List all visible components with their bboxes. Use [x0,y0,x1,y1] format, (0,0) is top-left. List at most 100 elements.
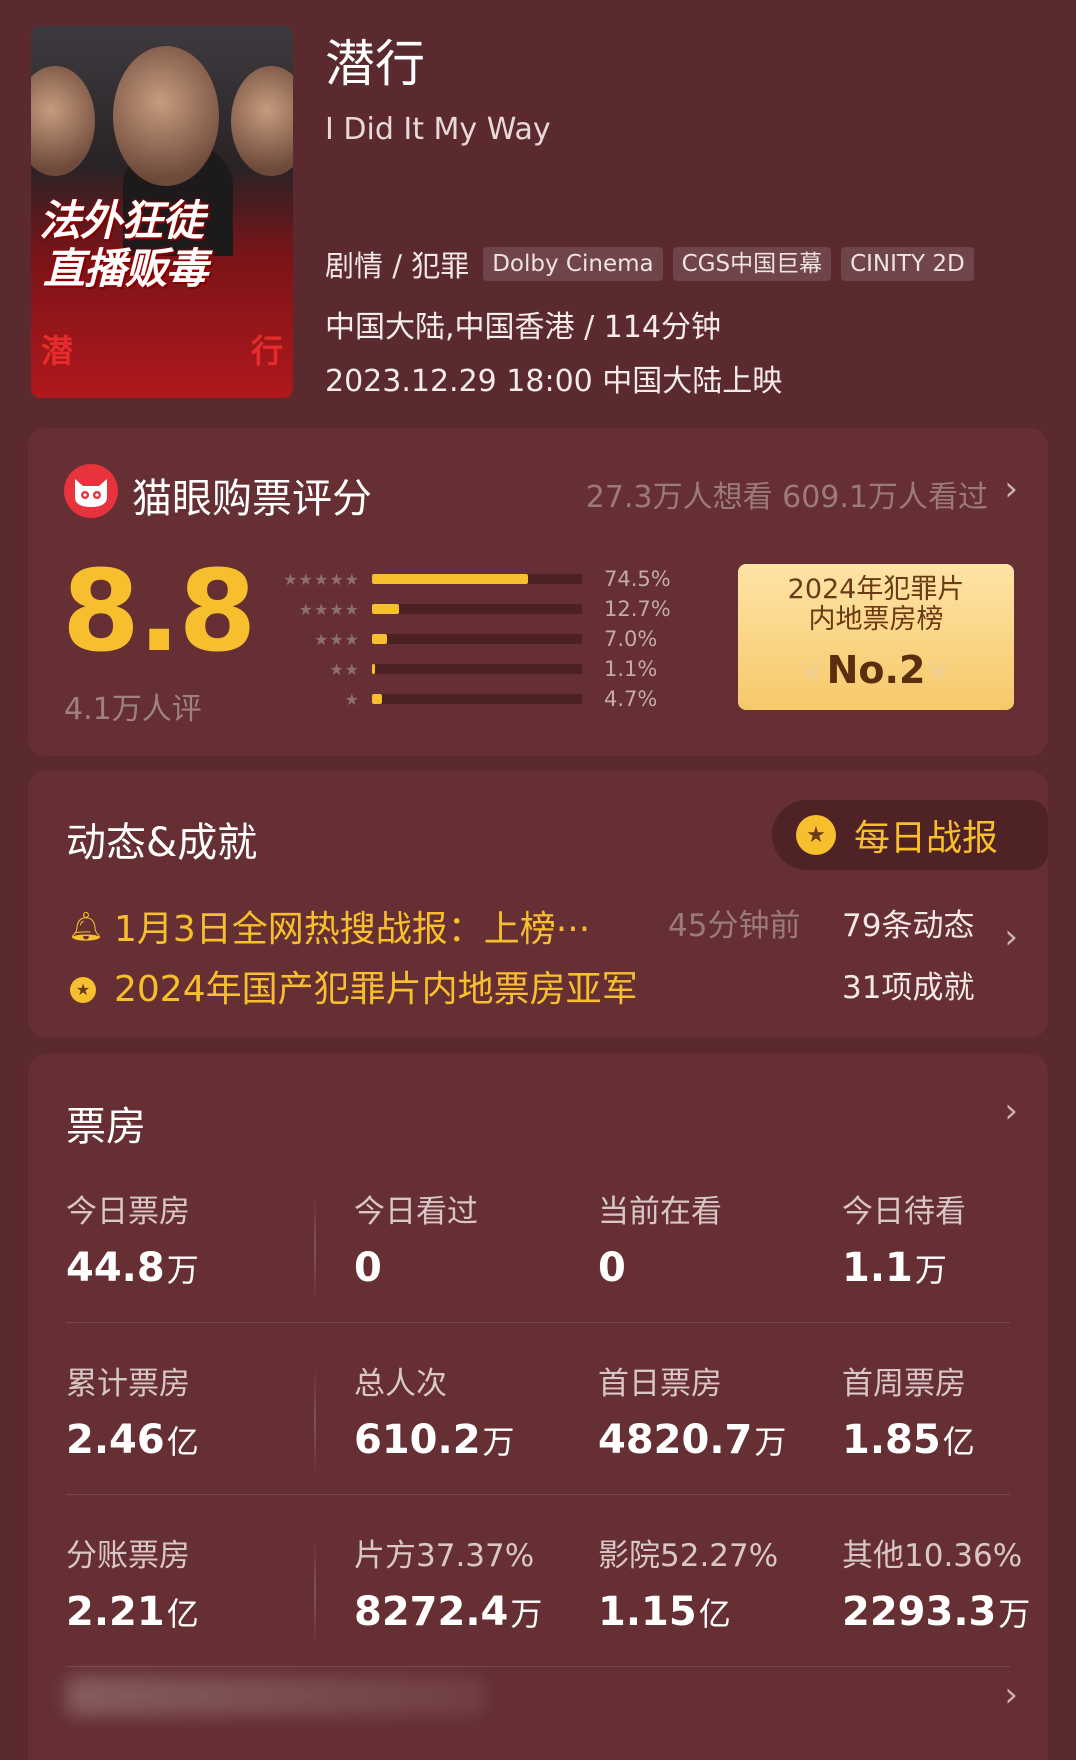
rating-bar-fill [372,574,529,584]
rating-bar-fill [372,694,382,704]
chevron-right-icon[interactable]: › [1004,1678,1018,1712]
release-info: 2023.12.29 18:00 中国大陆上映 [325,364,783,399]
rating-percent: 7.0% [604,627,658,651]
blurred-content [66,1676,486,1716]
poster-tagline-2: 直播贩毒 [43,244,208,293]
divider [314,1366,316,1476]
achievement-count[interactable]: 31项成就 [842,962,974,1007]
stat-value: 0 [598,1245,626,1291]
stat-label: 影院52.27% [598,1538,779,1574]
genre-text: 剧情 / 犯罪 [325,249,470,283]
stat-label: 分账票房 [66,1538,190,1574]
stat-first-week: 首周票房 1.85亿 [842,1358,975,1463]
rating-bar-track [372,634,582,644]
rating-percent: 4.7% [604,687,658,711]
poster-title-right: 行 [250,332,283,370]
stat-value: 1.85亿 [842,1417,975,1463]
star-icons: ★★★★★ [283,569,360,589]
news-count[interactable]: 79条动态 [842,900,974,945]
rating-bar-2-stars: ★★ 1.1% [260,656,684,682]
achievement-text: 2024年国产犯罪片内地票房亚军 [114,969,638,1010]
poster-face-left [31,66,95,176]
stat-label: 片方37.37% [354,1538,535,1574]
stat-label: 首日票房 [598,1366,722,1402]
stat-value: 2293.3万 [842,1589,1031,1635]
stat-value: 1.15亿 [598,1589,731,1635]
stat-label: 今日票房 [66,1194,190,1230]
medal-icon: ★ [796,815,836,855]
rating-bar-track [372,604,582,614]
rating-score: 8.8 [62,547,256,677]
stat-total-admissions: 总人次 610.2万 [354,1358,515,1463]
rating-section-title: 猫眼购票评分 [132,476,372,522]
stat-label: 总人次 [354,1366,447,1402]
row-divider [66,1322,1010,1323]
divider [314,1538,316,1648]
rating-bar-4-stars: ★★★★ 12.7% [260,596,684,622]
row-divider [66,1494,1010,1495]
rating-percent: 74.5% [604,567,671,591]
daily-report-button[interactable]: ★ 每日战报 [772,800,1048,870]
movie-poster[interactable]: 法外狂徒 直播贩毒 潜 行 [31,26,293,398]
stat-value: 1.1万 [842,1245,947,1291]
achievement-item[interactable]: ★ 2024年国产犯罪片内地票房亚军 [68,960,638,1012]
cat-face-glyph [75,479,107,507]
news-achievements-card: 动态&成就 ★ 每日战报 🔔︎ 1月3日全网热搜战报：上榜··· 45分钟前 7… [28,770,1048,1038]
laurel-right-icon: ❦ [926,654,952,689]
maoyan-cat-icon [64,464,118,518]
rating-percent: 12.7% [604,597,671,621]
want-watched-count[interactable]: 27.3万人想看 609.1万人看过 [586,472,988,516]
news-item-hot-search[interactable]: 🔔︎ 1月3日全网热搜战报：上榜··· [68,900,590,952]
chevron-right-icon[interactable]: › [1004,920,1018,954]
rating-bar-fill [372,664,375,674]
region-duration: 中国大陆,中国香港 / 114分钟 [325,310,721,345]
poster-face-right [231,66,293,176]
rating-bar-fill [372,604,399,614]
bell-icon: 🔔︎ [68,909,104,943]
news-item-time: 45分钟前 [668,908,801,944]
format-tag-dolby: Dolby Cinema [483,247,663,281]
rank-number: No.2 [826,648,926,692]
divider [314,1194,316,1304]
stat-today-to-watch: 今日待看 1.1万 [842,1186,966,1291]
stat-value: 8272.4万 [354,1589,543,1635]
rating-bar-5-stars: ★★★★★ 74.5% [260,566,684,592]
rating-bar-track [372,574,582,584]
chevron-right-icon[interactable]: › [1004,472,1018,506]
stat-now-watching: 当前在看 0 [598,1186,722,1291]
stat-label: 今日看过 [354,1194,478,1230]
rating-bar-fill [372,634,387,644]
format-tag-cinity: CINITY 2D [841,247,974,281]
rank-category: 2024年犯罪片 [787,574,965,605]
poster-tagline-1: 法外狂徒 [39,196,204,245]
stat-other-share: 其他10.36% 2293.3万 [842,1530,1030,1635]
stat-value: 4820.7万 [598,1417,787,1463]
movie-title: 潜行 [325,35,425,93]
chevron-right-icon[interactable]: › [1004,1094,1018,1128]
star-icons: ★★★★ [298,599,360,619]
box-office-rank-badge[interactable]: 2024年犯罪片 内地票房榜 ❦ No.2 ❦ [738,564,1014,710]
poster-title-left: 潜 [41,332,74,370]
medal-small-icon: ★ [68,969,98,1003]
star-icons: ★★★ [313,629,360,649]
stat-first-day: 首日票房 4820.7万 [598,1358,786,1463]
stat-label: 首周票房 [842,1366,966,1402]
rank-list-name: 内地票房榜 [808,604,944,635]
rating-bar-track [372,664,582,674]
stat-label: 累计票房 [66,1366,190,1402]
rating-bar-1-star: ★ 4.7% [260,686,684,712]
format-tag-cgs: CGS中国巨幕 [672,247,832,281]
rating-count: 4.1万人评 [64,692,202,727]
news-section-title: 动态&成就 [66,820,258,866]
rating-bar-3-stars: ★★★ 7.0% [260,626,684,652]
stat-value: 2.21亿 [66,1589,199,1635]
stat-label: 其他10.36% [842,1538,1023,1574]
stat-value: 0 [354,1245,382,1291]
stat-split-box-office: 分账票房 2.21亿 [66,1530,199,1635]
daily-report-label: 每日战报 [854,818,999,859]
box-office-card: 票房 › 今日票房 44.8万 今日看过 0 当前在看 0 今日待看 1.1万 … [28,1054,1048,1760]
rating-bar-track [372,694,582,704]
stat-value: 44.8万 [66,1245,199,1291]
stat-value: 2.46亿 [66,1417,199,1463]
row-divider [66,1666,1010,1667]
